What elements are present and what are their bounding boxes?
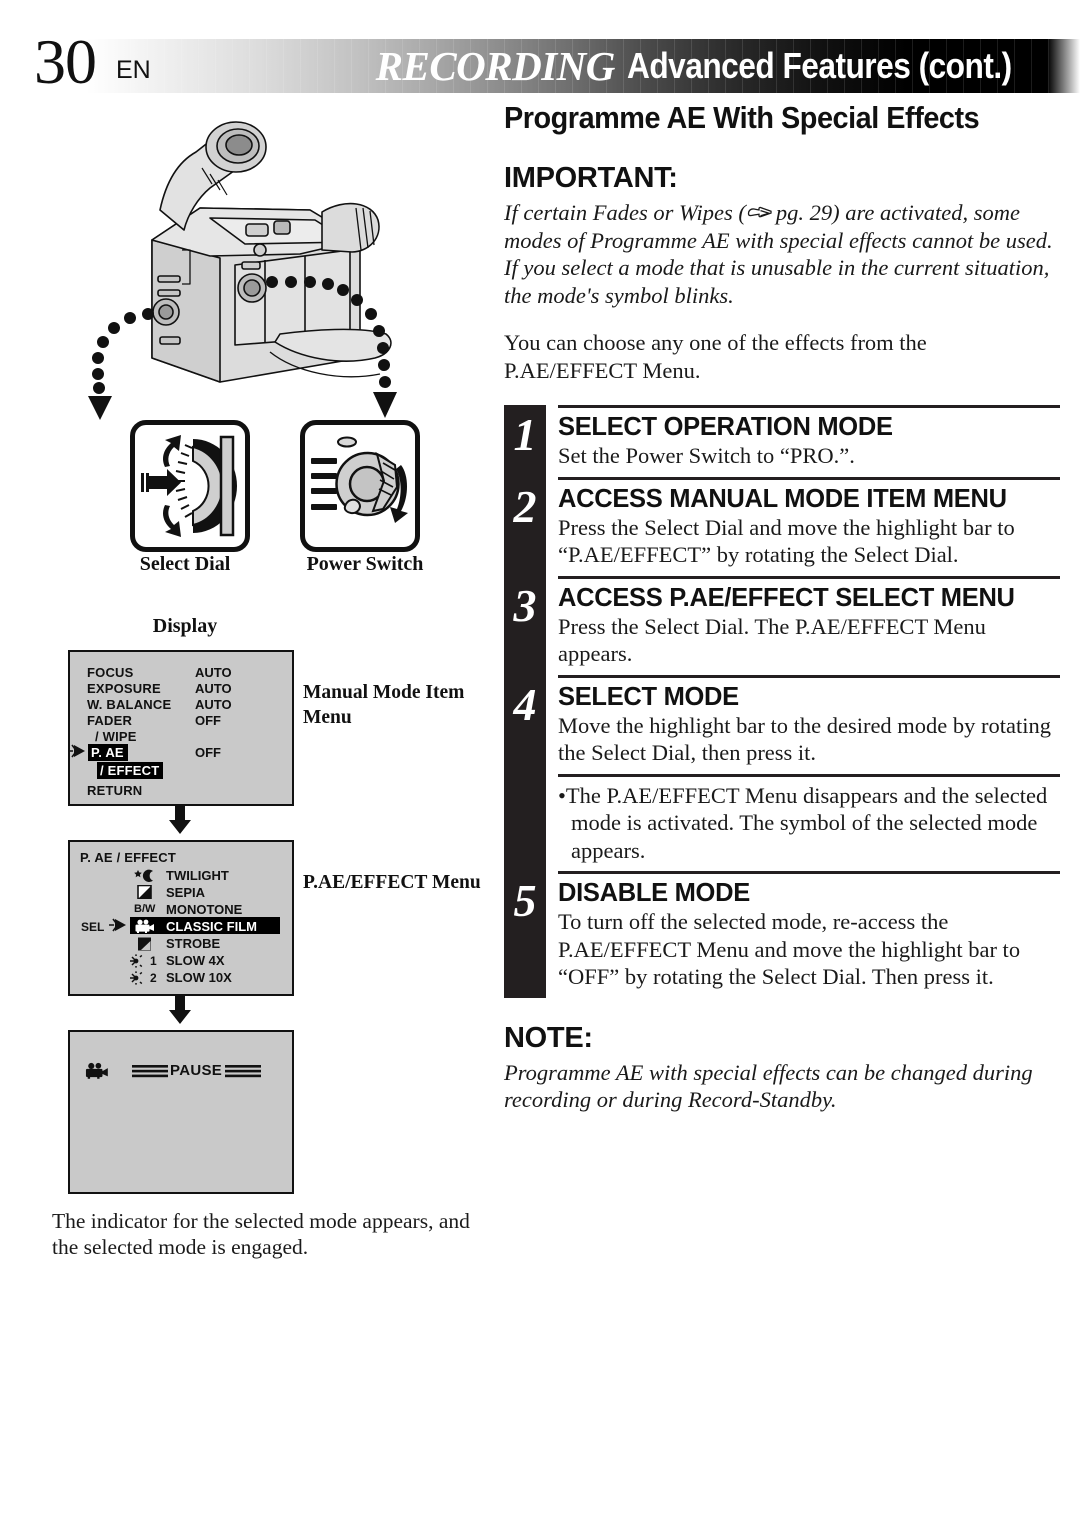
slow-1-number: 1 xyxy=(150,954,157,968)
display-label: Display xyxy=(152,615,218,637)
pause-bars-right-icon xyxy=(225,1065,261,1078)
page-title: Programme AE With Special Effects xyxy=(504,100,980,135)
movie-camera-icon xyxy=(85,1062,108,1079)
menu-row-label-highlighted: / EFFECT xyxy=(97,762,164,779)
step-number: 4 xyxy=(513,678,537,730)
strobe-icon xyxy=(138,937,151,951)
pae-item-label[interactable]: SLOW 10X xyxy=(166,970,232,985)
pointing-hand-icon xyxy=(747,206,772,218)
down-arrow-icon xyxy=(169,994,191,1024)
note-block: NOTE: Programme AE with special effects … xyxy=(500,1022,1060,1114)
pae-effect-menu-caption: P.AE/EFFECT Menu xyxy=(303,872,481,893)
bw-icon: B/W xyxy=(134,903,156,915)
menu-row-label: EXPOSURE xyxy=(87,681,161,696)
pause-bars-left-icon xyxy=(132,1065,168,1078)
menu-row-value: AUTO xyxy=(195,697,232,712)
menu-row-value: AUTO xyxy=(195,681,232,696)
leader-dots-left xyxy=(88,308,154,420)
step-heading: SELECT MODE xyxy=(558,682,739,711)
manual-mode-item-menu-display: FOCUS AUTO EXPOSURE AUTO W. BALANCE AUTO… xyxy=(68,650,294,806)
note-label: NOTE: xyxy=(504,1021,593,1054)
pause-status-text: PAUSE xyxy=(170,1062,223,1079)
step-heading: ACCESS MANUAL MODE ITEM MENU xyxy=(558,484,1007,513)
step-bullet-text: •The P.AE/EFFECT Menu disappears and the… xyxy=(558,782,1048,863)
step-item: 5 DISABLE MODE To turn off the selected … xyxy=(500,874,1060,998)
steps-list: 1 SELECT OPERATION MODE Set the Power Sw… xyxy=(500,405,1060,998)
note-text: Programme AE with special effects can be… xyxy=(504,1059,1033,1113)
step-item: 1 SELECT OPERATION MODE Set the Power Sw… xyxy=(500,408,1060,477)
movie-camera-icon xyxy=(135,919,154,933)
menu-row-label: FADER xyxy=(87,713,133,728)
step-heading: ACCESS P.AE/EFFECT SELECT MENU xyxy=(558,583,1015,612)
manual-page: 30 EN RECORDING Advanced Features (cont.… xyxy=(0,0,1080,1533)
pae-item-label[interactable]: SLOW 4X xyxy=(166,953,225,968)
slow-2-number: 2 xyxy=(150,971,157,985)
important-label: IMPORTANT: xyxy=(504,162,678,194)
power-switch-diagram xyxy=(300,420,420,552)
record-pause-display: PAUSE xyxy=(68,1030,294,1194)
pae-item-label[interactable]: TWILIGHT xyxy=(166,868,229,883)
step-heading: SELECT OPERATION MODE xyxy=(558,413,893,441)
menu-row-label: W. BALANCE xyxy=(87,697,172,712)
step-heading: DISABLE MODE xyxy=(558,879,750,907)
twilight-icon xyxy=(134,869,153,882)
step-number: 3 xyxy=(513,579,537,631)
slow-2-icon xyxy=(130,971,143,985)
step-bullet-item: •The P.AE/EFFECT Menu disappears and the… xyxy=(500,777,1060,872)
select-dial-icon xyxy=(141,435,237,537)
important-text-before: If certain Fades or Wipes ( xyxy=(504,200,746,225)
step-text: Move the highlight bar to the desired mo… xyxy=(558,712,1052,766)
menu-row-label-highlighted: P. AE xyxy=(88,744,128,761)
step-text: Press the Select Dial and move the highl… xyxy=(558,514,1015,568)
menu-row-label: / WIPE xyxy=(95,729,137,744)
step-text: To turn off the selected mode, re-access… xyxy=(558,909,1021,989)
step-number: 5 xyxy=(513,875,537,926)
step-item: 2 ACCESS MANUAL MODE ITEM MENU Press the… xyxy=(500,480,1060,576)
pae-effect-menu-display: P. AE / EFFECT TWILIGHT SEPIA B/W MONOTO… xyxy=(68,840,294,996)
step-text: Set the Power Switch to “PRO.”. xyxy=(558,443,855,468)
step-item: 4 SELECT MODE Move the highlight bar to … xyxy=(500,678,1060,774)
important-page-ref: pg. 29 xyxy=(775,200,833,225)
page-number-value: 30 xyxy=(34,26,97,97)
page-number: 30 xyxy=(34,30,97,94)
select-dial-diagram xyxy=(130,420,250,552)
menu-row-value: AUTO xyxy=(195,665,232,680)
pae-menu-title: P. AE / EFFECT xyxy=(80,850,176,865)
step-number: 1 xyxy=(513,409,537,460)
blink-arrow-icon xyxy=(109,918,126,932)
step-number: 2 xyxy=(513,480,537,532)
camcorder-illustration xyxy=(88,121,397,420)
pae-item-label[interactable]: SEPIA xyxy=(166,885,205,900)
manual-mode-item-menu-caption: Manual Mode Item Menu xyxy=(303,682,465,728)
down-arrow-icon xyxy=(169,804,191,834)
step-item: 3 ACCESS P.AE/EFFECT SELECT MENU Press t… xyxy=(500,579,1060,675)
pae-item-label[interactable]: MONOTONE xyxy=(166,902,242,917)
step-text: Press the Select Dial. The P.AE/EFFECT M… xyxy=(558,613,986,667)
header-title-secondary: Advanced Features (cont.) xyxy=(626,45,1012,86)
header-title: RECORDING Advanced Features (cont.) xyxy=(375,43,1064,89)
bottom-caption: The indicator for the selected mode appe… xyxy=(52,1209,470,1259)
pae-item-label-selected[interactable]: CLASSIC FILM xyxy=(166,919,257,934)
slow-1-icon xyxy=(130,954,143,968)
sel-marker-label: SEL xyxy=(81,920,105,934)
blink-arrow-icon xyxy=(68,744,85,758)
important-text: If certain Fades or Wipes ( pg. 29) are … xyxy=(504,199,1060,309)
pae-item-label[interactable]: STROBE xyxy=(166,936,220,951)
power-switch-icon xyxy=(311,436,408,523)
menu-row-value: OFF xyxy=(195,713,221,728)
right-text-column: Programme AE With Special Effects IMPORT… xyxy=(500,100,1060,1114)
menu-row-return: RETURN xyxy=(87,783,143,798)
menu-row-value: OFF xyxy=(195,745,221,760)
header-title-primary: RECORDING xyxy=(375,43,616,89)
step-bullet-label: The P.AE/EFFECT Menu disappears and the … xyxy=(565,782,1048,863)
page-language-code: EN xyxy=(116,56,151,84)
intro-text: You can choose any one of the effects fr… xyxy=(504,330,927,383)
select-dial-caption: Select Dial xyxy=(139,553,231,575)
sepia-icon xyxy=(137,885,152,899)
menu-row-label: FOCUS xyxy=(87,665,134,680)
power-switch-caption: Power Switch xyxy=(306,553,424,575)
